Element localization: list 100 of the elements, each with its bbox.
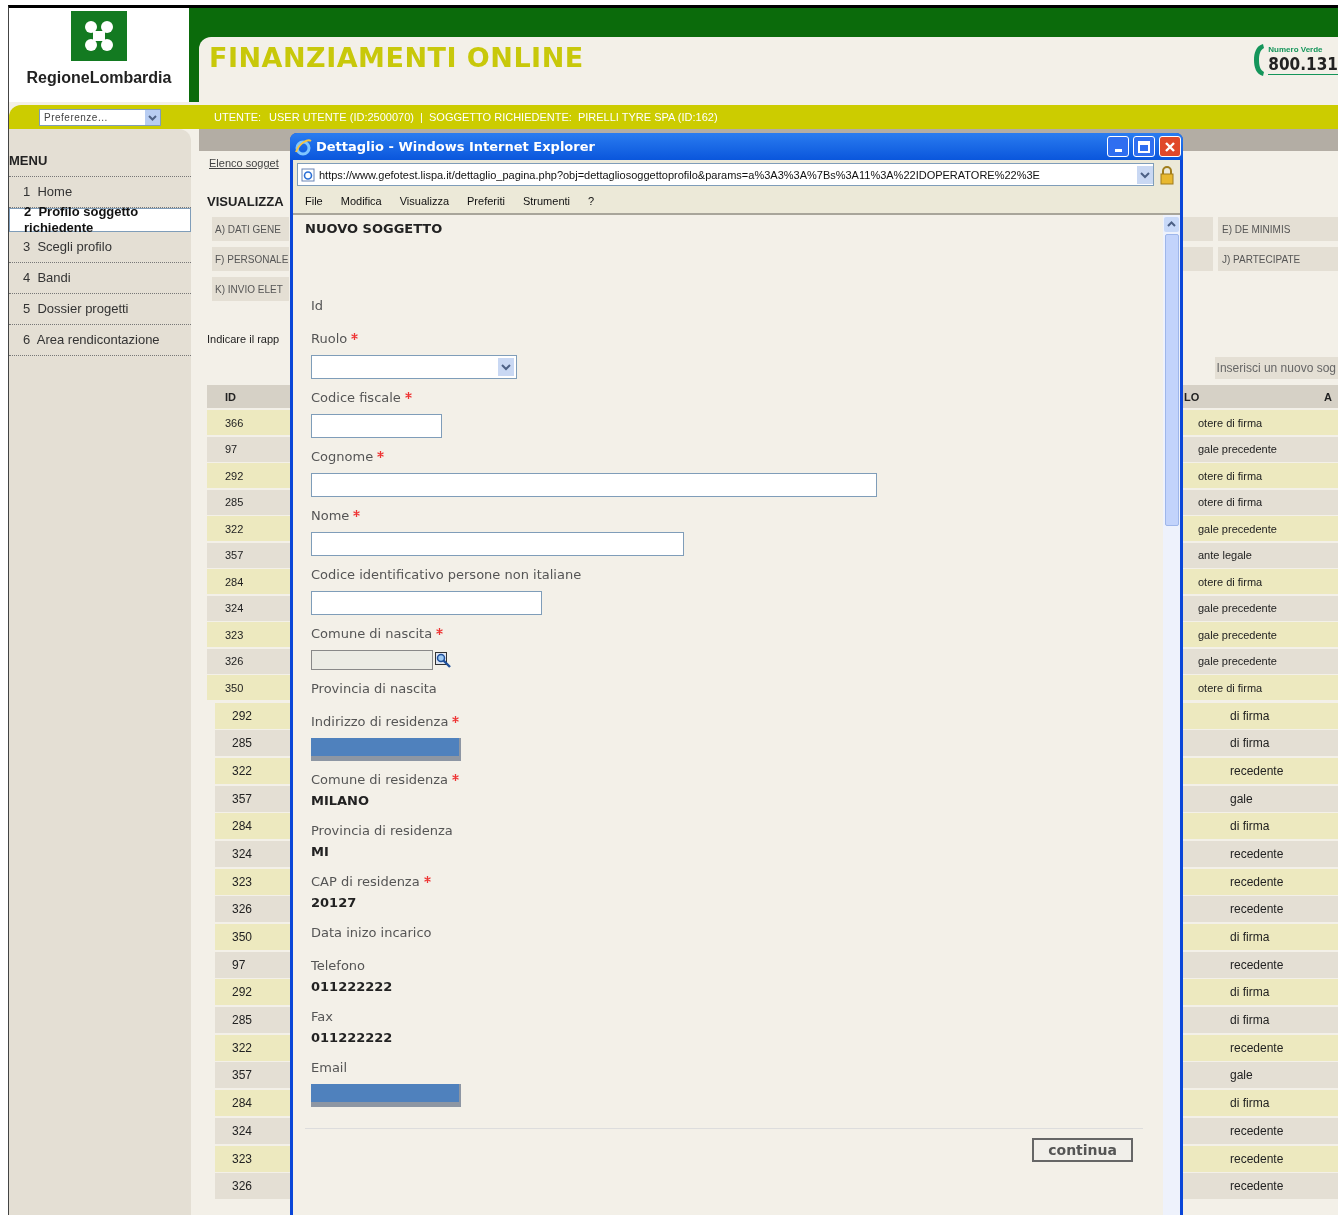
address-field[interactable]: https://www.gefotest.lispa.it/dettaglio_pagina.php?obj=dettagliosoggettoprofilo&params=a%3A3%3A%7Bs%3A11%3A%22IDOPERATORE%22%3E (297, 163, 1154, 186)
menu-item[interactable]: 3 Scegli profilo (9, 232, 191, 263)
site-title: FINANZIAMENTI ONLINE (209, 42, 584, 73)
table-cell-text: recedente (1230, 763, 1285, 778)
menu-title: MENU (9, 151, 191, 177)
window-title: Dettaglio - Windows Internet Explorer (316, 139, 595, 154)
field-label: Provincia di nascita (311, 681, 437, 697)
table-cell-text: 322 (231, 763, 254, 778)
table-cell-text: otere di firma (1198, 416, 1264, 429)
field-value: MILANO (311, 793, 371, 809)
section-tab[interactable]: A) DATI GENE (212, 217, 289, 241)
section-tab[interactable]: J) PARTECIPATE (1218, 247, 1338, 271)
minimize-icon (1114, 149, 1122, 152)
field-value: 011222222 (311, 979, 394, 995)
table-cell-text: 366 (224, 416, 245, 429)
instruction-text: Indicare il rapp (207, 333, 280, 345)
table-cell-text: 97 (224, 443, 239, 455)
table-cell-text: 357 (231, 791, 254, 806)
menu-bar-item[interactable]: Strumenti (522, 195, 570, 207)
table-cell-text: 285 (224, 496, 245, 508)
input-field[interactable] (311, 532, 684, 556)
menu-bar-item[interactable]: ? (588, 195, 595, 207)
page-icon (301, 167, 315, 182)
input-field[interactable] (311, 473, 877, 497)
table-cell-text: 326 (231, 902, 254, 917)
table-cell-text: recedente (1230, 1151, 1285, 1166)
form-title: NUOVO SOGGETTO (305, 221, 444, 236)
table-cell-text: di firma (1230, 708, 1271, 723)
browser-icon (294, 137, 312, 156)
table-cell-text: recedente (1230, 902, 1285, 917)
scroll-thumb[interactable] (1164, 234, 1179, 526)
field-label: Ruolo (311, 331, 348, 347)
menu-item[interactable]: 6 Area rendicontazione (9, 325, 191, 356)
table-cell-text: ante legale (1198, 549, 1253, 561)
maximize-button[interactable] (1133, 136, 1155, 157)
table-cell-text: 350 (224, 681, 245, 694)
menu-item[interactable]: 5 Dossier progetti (9, 294, 191, 325)
menu-bar-item[interactable]: Preferiti (467, 195, 505, 207)
search-icon[interactable] (435, 652, 452, 668)
table-cell-text: di firma (1230, 1013, 1271, 1028)
user-label: UTENTE: (214, 110, 262, 124)
field-label: Fax (311, 1009, 333, 1025)
table-cell-text: recedente (1230, 1123, 1285, 1138)
table-cell-text: gale (1230, 1068, 1254, 1083)
table-cell-text: 284 (231, 819, 254, 834)
close-icon (1164, 140, 1176, 153)
field-label: CAP di residenza (311, 874, 420, 890)
table-cell-text: otere di firma (1198, 681, 1264, 694)
breadcrumb-link[interactable]: Elenco sogget (209, 157, 279, 169)
table-cell-text: 292 (224, 469, 245, 482)
input-field[interactable] (311, 591, 542, 615)
table-cell-text: otere di firma (1198, 469, 1264, 482)
field-label: Codice identificativo persone non italiane (311, 567, 582, 583)
table-cell-text: 292 (231, 985, 254, 1000)
field-label: Email (311, 1060, 348, 1076)
new-subject-button[interactable]: Inserisci un nuovo sog (1214, 357, 1338, 379)
menu-item[interactable]: 4 Bandi (9, 263, 191, 294)
menu-bar-item[interactable]: Visualizza (399, 195, 450, 207)
field-label: Telefono (311, 958, 366, 974)
table-cell-text: di firma (1230, 819, 1271, 834)
table-cell-text: gale precedente (1198, 602, 1278, 614)
section-tab[interactable]: E) DE MINIMIS (1218, 217, 1338, 241)
table-cell-text: 292 (231, 708, 254, 723)
section-tab[interactable]: K) INVIO ELET (212, 277, 289, 301)
maximize-icon (1138, 140, 1150, 153)
continue-button[interactable]: continua (1032, 1138, 1133, 1162)
table-cell-text: 322 (231, 1040, 254, 1055)
field-label: Data inizo incarico (311, 925, 432, 941)
minimize-button[interactable] (1107, 136, 1129, 157)
table-cell-text: recedente (1230, 1040, 1285, 1055)
table-cell-text: 323 (224, 628, 245, 641)
masked-field[interactable] (311, 1084, 461, 1107)
hotline-number: 800.131 (1268, 54, 1338, 74)
table-cell-text: 285 (231, 736, 254, 751)
section-tab[interactable]: F) PERSONALE (212, 247, 289, 271)
close-button[interactable] (1159, 136, 1181, 157)
table-cell-text: recedente (1230, 957, 1285, 972)
menu-item[interactable]: 2 Profilo soggetto richiedente (9, 208, 191, 232)
field-value: 011222222 (311, 1030, 394, 1046)
phone-icon (1253, 43, 1266, 77)
table-cell-text: 284 (231, 1096, 254, 1111)
input-field[interactable] (311, 414, 442, 438)
table-cell-text: 357 (224, 549, 245, 561)
table-cell-text: di firma (1230, 736, 1271, 751)
table-cell-text: di firma (1230, 985, 1271, 1000)
menu-bar-item[interactable]: File (305, 195, 323, 207)
field-label: Codice fiscale (311, 390, 401, 406)
masked-field[interactable] (311, 738, 461, 761)
field-label: Comune di nascita (311, 626, 433, 642)
table-cell-text: gale (1230, 791, 1254, 806)
table-cell-text: gale precedente (1198, 443, 1278, 455)
role-dropdown[interactable] (311, 355, 517, 379)
scrollbar[interactable] (1163, 215, 1180, 1215)
lock-icon (1158, 164, 1176, 185)
preferences-dropdown[interactable]: Preferenze... (39, 108, 161, 126)
field-label: Comune di residenza (311, 772, 449, 788)
scroll-up-icon[interactable] (1164, 217, 1179, 232)
menu-bar-item[interactable]: Modifica (340, 195, 382, 207)
field-value: MI (311, 844, 330, 860)
table-cell-text: 324 (224, 602, 245, 614)
